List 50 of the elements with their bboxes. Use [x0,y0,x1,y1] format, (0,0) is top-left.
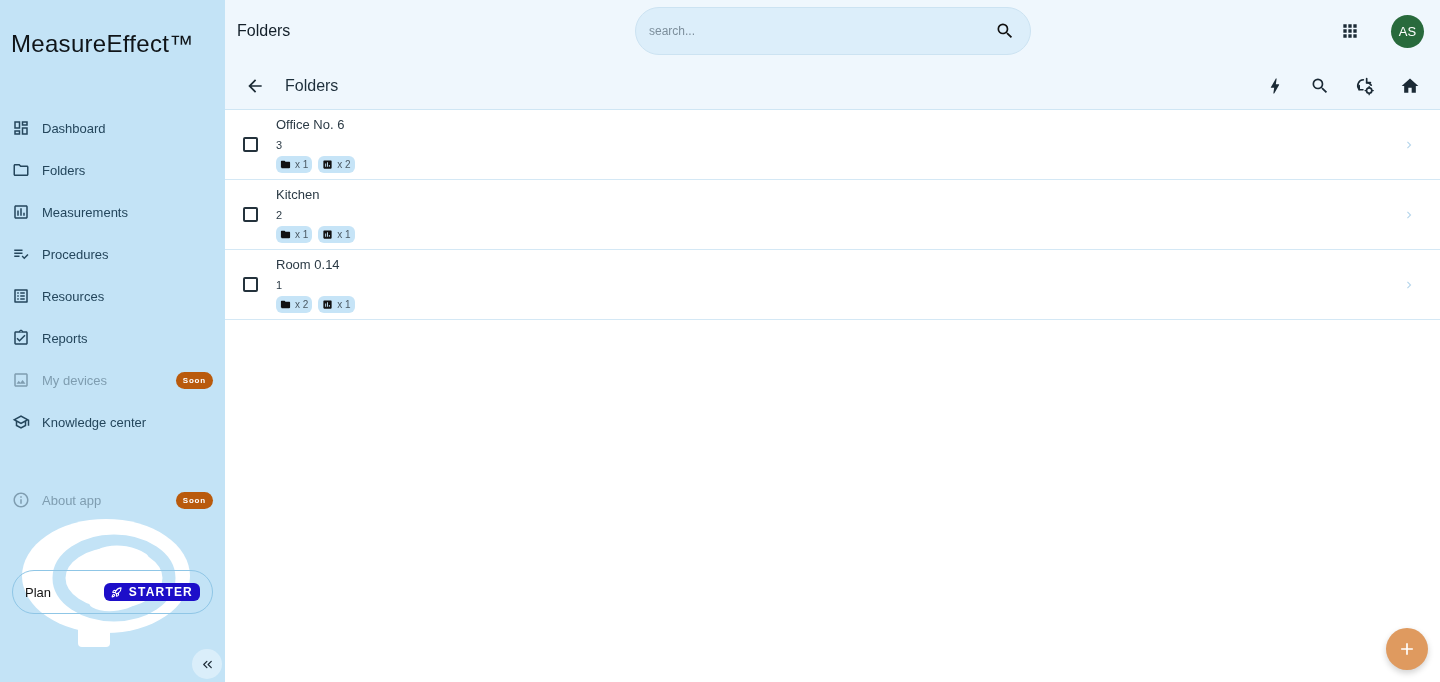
folder-icon [12,161,30,179]
nav-item[interactable]: Dashboard [0,107,225,149]
clipboard-check-icon [12,329,30,347]
folder-icon [280,158,291,170]
app-logo: MeasureEffect™ [11,30,194,58]
bar-chart-icon [322,158,334,170]
soon-badge: Soon [175,371,213,389]
row-checkbox[interactable] [243,277,258,292]
folder-icon [280,298,291,310]
chip-count: x 1 [337,298,351,310]
rocket-icon [110,586,122,598]
folder-name: Kitchen [276,186,321,203]
bar-chart-icon [322,298,334,310]
dashboard-icon [12,119,30,137]
chip-count: x 1 [337,228,351,240]
toolbar-title: Folders [285,76,339,95]
info-icon [12,491,30,509]
nav-item[interactable]: Knowledge center [0,401,225,443]
folder-count: 2 [276,207,284,222]
search-field[interactable]: search... [635,6,1031,55]
chip-count: x 1 [295,158,309,170]
folder-name: Office No. 6 [276,116,346,133]
soon-badge: Soon [175,491,213,509]
plan-tier-label: STARTER [128,585,193,599]
collapse-sidebar-button[interactable] [192,649,222,679]
row-checkbox[interactable] [243,207,258,222]
nav-item[interactable]: Measurements [0,191,225,233]
bar-chart-icon [12,203,30,221]
folder-icon [280,228,291,240]
chip-count: x 1 [295,228,309,240]
user-avatar[interactable]: AS [1391,14,1424,48]
nav-item[interactable]: Folders [0,149,225,191]
row-checkbox[interactable] [243,137,258,152]
folder-row[interactable]: Office No. 6 3 x 1 x 2 [225,110,1440,180]
page-title: Folders [237,22,292,40]
folder-name: Room 0.14 [276,256,341,273]
picture-frame-icon [12,371,30,389]
nav-item[interactable]: Procedures [0,233,225,275]
folder-row[interactable]: Room 0.14 1 x 2 x 1 [225,250,1440,320]
folder-count: 3 [276,137,284,152]
folder-count: 1 [276,277,284,292]
chip-count: x 2 [295,298,309,310]
graduation-cap-icon [12,413,30,431]
nav-item[interactable]: Reports [0,317,225,359]
chip-count: x 2 [337,158,351,170]
plan-label: Plan [25,584,52,600]
list-icon [12,287,30,305]
bar-chart-icon [322,228,334,240]
nav-item[interactable]: Resources [0,275,225,317]
folder-row[interactable]: Kitchen 2 x 1 x 1 [225,180,1440,250]
